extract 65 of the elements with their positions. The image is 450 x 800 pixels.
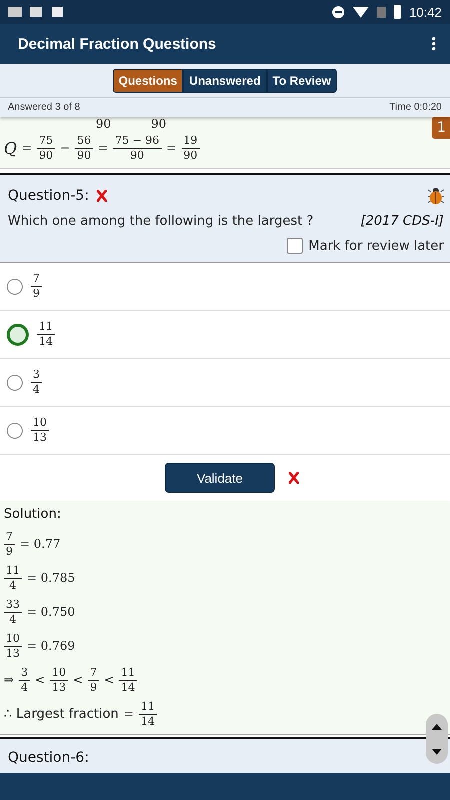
question-title: Question-6: xyxy=(8,750,90,766)
math-operator: = 0.769 xyxy=(27,639,76,653)
review-checkbox[interactable] xyxy=(286,238,303,254)
fraction: 7 9 xyxy=(88,666,100,694)
fraction: 19 90 xyxy=(182,134,200,162)
radio-button[interactable] xyxy=(7,278,23,294)
question-source: [2017 CDS-I] xyxy=(360,214,444,229)
wrong-icon xyxy=(97,190,108,202)
tab[interactable]: To Review xyxy=(266,69,338,93)
question-title: Question-5: xyxy=(8,188,90,204)
wrong-icon xyxy=(289,472,299,484)
wifi-icon xyxy=(353,6,370,18)
solution-text: ∴ Largest fraction xyxy=(4,706,119,722)
fraction: 10 13 xyxy=(50,666,68,694)
fraction: 75 − 96 90 xyxy=(113,134,162,162)
math-operator: − xyxy=(60,141,70,155)
fraction: 56 90 xyxy=(75,134,94,162)
answered-count: Answered 3 of 8 xyxy=(8,102,80,113)
fraction: 3 4 xyxy=(19,666,30,694)
solution-title: Solution: xyxy=(4,507,62,522)
fraction: 7 9 xyxy=(4,530,15,558)
fraction: 11 14 xyxy=(37,320,55,349)
tab[interactable]: Unanswered xyxy=(183,69,267,93)
review-label: Mark for review later xyxy=(308,238,444,254)
math-operator: = xyxy=(22,141,32,155)
fraction: 11 4 xyxy=(4,564,22,592)
math-operator: < xyxy=(73,673,84,687)
math-fragment: 90 xyxy=(151,117,167,131)
fraction: 33 4 xyxy=(4,598,22,626)
more-menu-icon[interactable] xyxy=(432,37,436,51)
scroll-down-icon[interactable] xyxy=(432,748,442,754)
variable: Q xyxy=(4,138,18,158)
math-operator: = xyxy=(98,141,108,155)
clock: 10:42 xyxy=(409,4,442,20)
math-operator: = 0.750 xyxy=(27,605,76,619)
math-operator: < xyxy=(104,673,114,687)
fraction: 3 4 xyxy=(31,368,42,397)
scroll-up-icon[interactable] xyxy=(432,724,442,730)
radio-button[interactable] xyxy=(7,374,23,390)
notification-icons xyxy=(8,6,66,18)
page-badge[interactable]: 1 xyxy=(432,117,450,139)
math-operator: = xyxy=(166,141,177,155)
battery-icon xyxy=(394,5,402,19)
math-fragment: 90 xyxy=(96,117,112,131)
math-operator: = 0.785 xyxy=(27,571,76,585)
math-operator: = 0.77 xyxy=(20,537,61,551)
fraction: 10 13 xyxy=(31,416,49,445)
question-text: Which one among the following is the largest ? xyxy=(8,214,314,229)
fraction: 75 90 xyxy=(37,134,56,162)
do-not-disturb-icon xyxy=(332,6,346,18)
tab[interactable]: Questions xyxy=(112,69,184,93)
validate-button[interactable]: Validate xyxy=(165,463,275,493)
radio-button[interactable] xyxy=(7,422,23,438)
elapsed-time: Time 0:0:20 xyxy=(390,102,442,113)
no-signal-icon xyxy=(377,6,386,18)
fraction: 7 9 xyxy=(31,272,42,301)
math-operator: < xyxy=(35,673,46,687)
fraction: 11 14 xyxy=(119,666,138,694)
radio-button[interactable] xyxy=(7,324,29,346)
app-title: Decimal Fraction Questions xyxy=(18,36,216,52)
fraction: 11 14 xyxy=(138,700,157,728)
bug-icon[interactable] xyxy=(428,187,444,205)
math-operator: = xyxy=(124,707,134,721)
math-operator: ⇒ xyxy=(4,673,14,687)
fraction: 10 13 xyxy=(4,632,22,660)
